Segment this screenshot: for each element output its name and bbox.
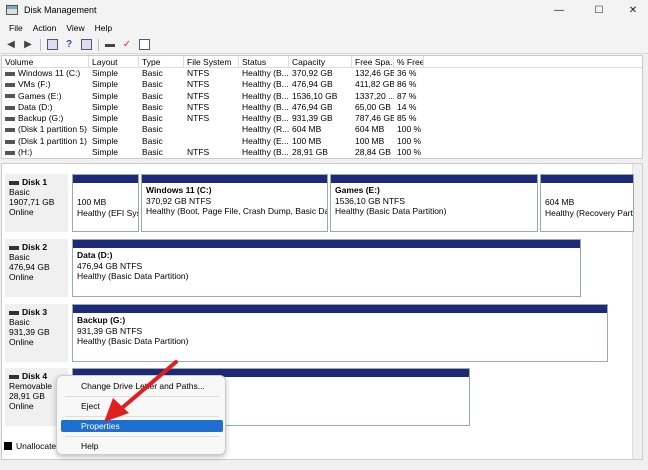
- annotation-arrow-icon: [104, 360, 178, 422]
